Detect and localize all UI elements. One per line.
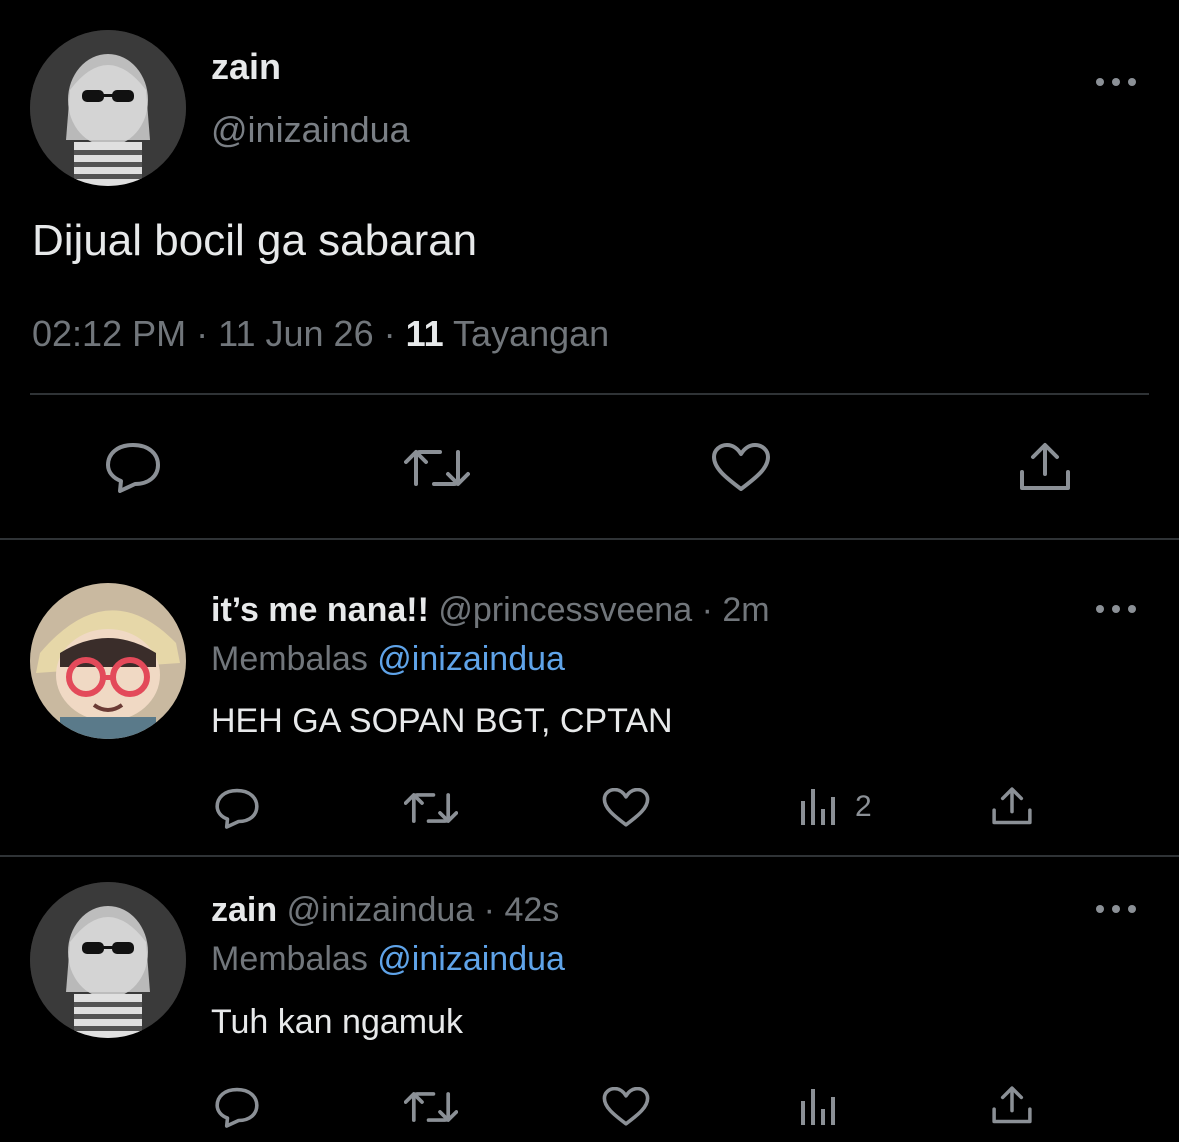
- author-handle[interactable]: @inizaindua: [211, 109, 410, 151]
- divider: [0, 538, 1179, 540]
- replying-to: Membalas @inizaindua: [211, 640, 565, 679]
- author-name[interactable]: zain: [211, 46, 281, 88]
- tweet-date[interactable]: 11 Jun 26: [218, 313, 373, 354]
- views-count[interactable]: 2: [855, 790, 872, 824]
- more-options-button[interactable]: [1096, 76, 1136, 88]
- reply-time[interactable]: 2m: [722, 591, 769, 629]
- retweet-icon[interactable]: [404, 1089, 458, 1125]
- more-options-button[interactable]: [1096, 903, 1136, 915]
- replying-label: Membalas: [211, 940, 368, 978]
- views-icon[interactable]: [799, 787, 837, 827]
- author-name[interactable]: it’s me nana!!: [211, 591, 429, 629]
- divider: [30, 393, 1149, 395]
- meta-separator: ·: [383, 313, 396, 354]
- like-icon[interactable]: [602, 1087, 650, 1127]
- meta-separator: ·: [701, 591, 713, 629]
- avatar[interactable]: [30, 30, 186, 186]
- reply-icon[interactable]: [214, 1086, 260, 1128]
- retweet-icon[interactable]: [404, 790, 458, 826]
- tweet-text: Dijual bocil ga sabaran: [32, 216, 478, 265]
- share-icon[interactable]: [991, 786, 1033, 828]
- reply-text: HEH GA SOPAN BGT, CPTAN: [211, 702, 673, 740]
- like-icon[interactable]: [602, 788, 650, 828]
- like-icon[interactable]: [711, 443, 771, 493]
- avatar[interactable]: [30, 882, 186, 1038]
- share-icon[interactable]: [1018, 442, 1072, 494]
- views-icon[interactable]: [799, 1087, 837, 1127]
- tweet-meta: 02:12 PM · 11 Jun 26 · 11 Tayangan: [32, 313, 609, 355]
- meta-separator: ·: [196, 313, 209, 354]
- share-icon[interactable]: [991, 1085, 1033, 1127]
- reply-text: Tuh kan ngamuk: [211, 1003, 463, 1041]
- reply-time[interactable]: 42s: [504, 891, 559, 929]
- divider: [0, 855, 1179, 857]
- avatar[interactable]: [30, 583, 186, 739]
- replying-to: Membalas @inizaindua: [211, 940, 565, 979]
- meta-separator: ·: [483, 891, 495, 929]
- author-handle[interactable]: @princessveena: [438, 591, 692, 629]
- more-options-button[interactable]: [1096, 603, 1136, 615]
- reply-header: zain @inizaindua · 42s: [211, 891, 559, 930]
- retweet-icon[interactable]: [404, 446, 470, 490]
- tweet-time[interactable]: 02:12 PM: [32, 313, 186, 354]
- replying-label: Membalas: [211, 640, 368, 678]
- views-label[interactable]: Tayangan: [453, 313, 609, 354]
- author-name[interactable]: zain: [211, 891, 277, 929]
- author-handle[interactable]: @inizaindua: [287, 891, 475, 929]
- replying-to-link[interactable]: @inizaindua: [377, 940, 565, 978]
- views-count[interactable]: 11: [406, 313, 444, 354]
- reply-icon[interactable]: [104, 441, 162, 493]
- reply-header: it’s me nana!! @princessveena · 2m: [211, 591, 770, 630]
- replying-to-link[interactable]: @inizaindua: [377, 640, 565, 678]
- reply-icon[interactable]: [214, 787, 260, 829]
